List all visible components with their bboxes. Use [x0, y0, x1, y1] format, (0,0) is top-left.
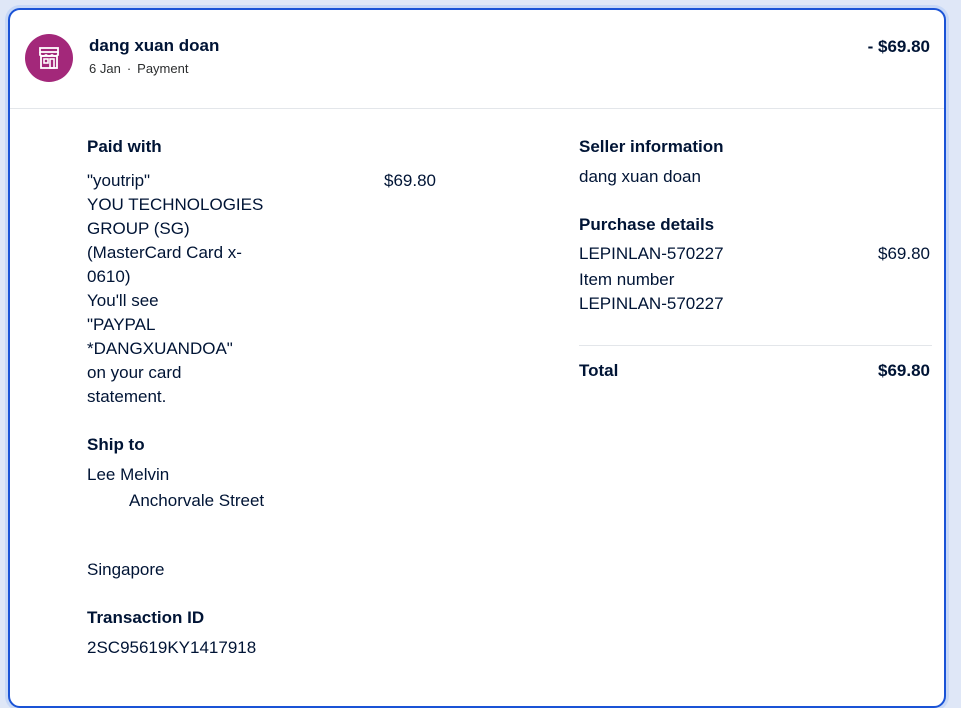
ship-to-name: Lee Melvin — [87, 465, 170, 484]
merchant-name: dang xuan doan — [89, 36, 220, 55]
paid-amount: $69.80 — [384, 171, 436, 190]
payment-line: statement. — [87, 387, 167, 406]
item-number-label: Item number — [579, 270, 675, 289]
transaction-detail-card: dang xuan doan 6 Jan · Payment - $69.80 Pa… — [8, 8, 946, 708]
storefront-icon — [39, 47, 59, 69]
meta-separator: · — [126, 61, 132, 76]
transaction-date: 6 Jan — [89, 61, 121, 76]
payment-line: *DANGXUANDOA" — [87, 339, 233, 358]
payment-line: YOU TECHNOLOGIES — [87, 195, 264, 214]
payment-line: (MasterCard Card x- — [87, 243, 242, 262]
merchant-avatar — [25, 34, 73, 82]
total-label: Total — [579, 361, 619, 380]
seller-info-title: Seller information — [579, 137, 724, 156]
ship-to-title: Ship to — [87, 435, 145, 454]
total-amount: $69.80 — [878, 361, 930, 380]
payment-line: 0610) — [87, 267, 131, 286]
purchase-item-name: LEPINLAN-570227 — [579, 244, 724, 263]
transaction-header[interactable]: dang xuan doan 6 Jan · Payment - $69.80 — [10, 10, 944, 109]
payment-line: "youtrip" — [87, 171, 151, 190]
payment-line: You'll see — [87, 291, 159, 310]
payment-line: "PAYPAL — [87, 315, 156, 334]
transaction-type: Payment — [137, 61, 189, 76]
transaction-amount: - $69.80 — [867, 37, 930, 56]
payment-line: on your card — [87, 363, 182, 382]
item-number-value: LEPINLAN-570227 — [579, 294, 724, 313]
transaction-meta: 6 Jan · Payment — [89, 61, 188, 76]
ship-to-country: Singapore — [87, 560, 165, 579]
seller-name: dang xuan doan — [579, 167, 701, 186]
transaction-id-title: Transaction ID — [87, 608, 205, 627]
transaction-id-value[interactable]: 2SC95619KY1417918 — [87, 636, 256, 660]
payment-method-details: "youtrip" YOU TECHNOLOGIES GROUP (SG) (M… — [87, 169, 287, 409]
payment-line: GROUP (SG) — [87, 219, 190, 238]
purchase-details-title: Purchase details — [579, 215, 715, 234]
ship-to-street: Anchorvale Street — [129, 491, 265, 510]
purchase-item-amount: $69.80 — [878, 244, 930, 263]
paid-with-title: Paid with — [87, 137, 162, 156]
total-divider — [579, 345, 932, 346]
